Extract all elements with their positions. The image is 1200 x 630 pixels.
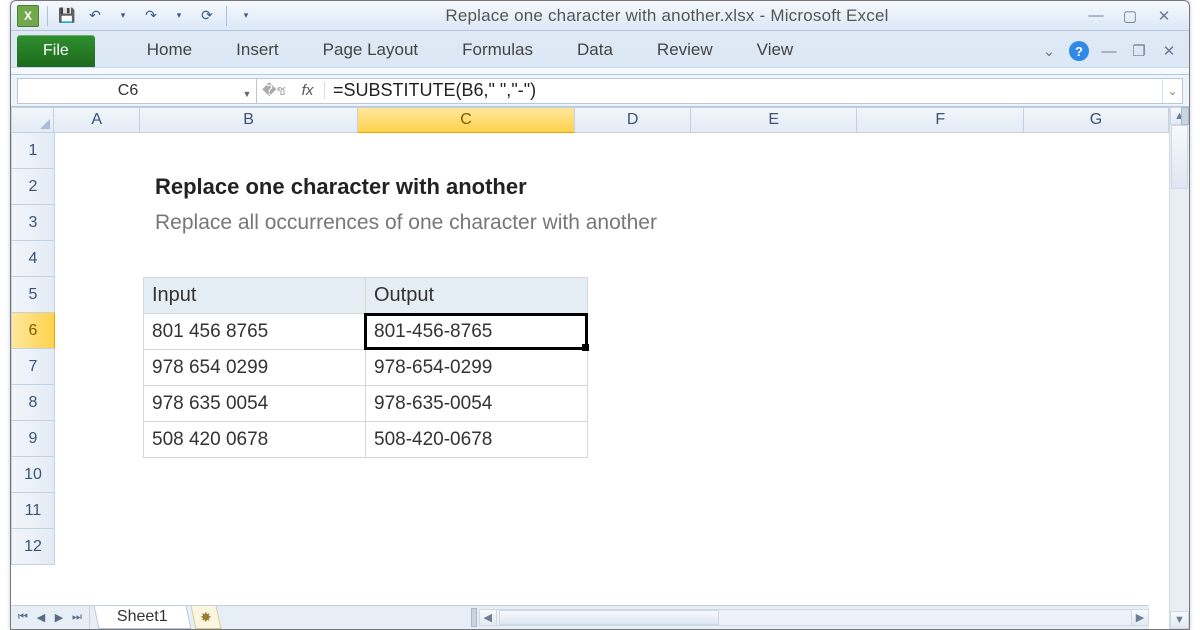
row-header-7[interactable]: 7 xyxy=(11,349,55,385)
help-icon[interactable]: ? xyxy=(1069,41,1089,61)
ribbon-tabs: File Home Insert Page Layout Formulas Da… xyxy=(11,31,1189,67)
name-box[interactable]: C6 ▼ xyxy=(17,78,257,104)
workbook-minimize-icon[interactable]: ― xyxy=(1099,41,1119,61)
tab-view[interactable]: View xyxy=(735,33,816,67)
grid[interactable]: ABCDEFG 123456789101112 Replace one char… xyxy=(11,107,1169,629)
tab-last-icon[interactable]: ⏭ xyxy=(69,610,85,626)
vscroll-thumb[interactable] xyxy=(1171,125,1188,189)
row-header-9[interactable]: 9 xyxy=(11,421,55,457)
row-header-1[interactable]: 1 xyxy=(11,133,55,169)
tab-insert[interactable]: Insert xyxy=(214,33,301,67)
formula-bar[interactable]: �ช fx =SUBSTITUTE(B6," ","-") ⌄ xyxy=(257,78,1183,104)
row-header-8[interactable]: 8 xyxy=(11,385,55,421)
qat-separator xyxy=(47,6,48,26)
minimize-icon[interactable]: ― xyxy=(1085,7,1107,25)
horizontal-scrollbar[interactable]: ◀ ▶ xyxy=(219,606,1149,629)
column-header-F[interactable]: F xyxy=(857,107,1024,133)
hscroll-right-icon[interactable]: ▶ xyxy=(1131,609,1149,626)
table-row: 508 420 0678508-420-0678 xyxy=(144,422,588,458)
column-header-E[interactable]: E xyxy=(691,107,858,133)
new-sheet-icon[interactable]: ✸ xyxy=(190,606,221,629)
tab-home[interactable]: Home xyxy=(125,33,214,67)
tab-review[interactable]: Review xyxy=(635,33,735,67)
window-title: Replace one character with another.xlsx … xyxy=(263,6,1071,26)
maximize-icon[interactable]: ▢ xyxy=(1119,7,1141,25)
heading-cell: Replace one character with another xyxy=(149,169,749,205)
row-header-12[interactable]: 12 xyxy=(11,529,55,565)
row-headers: 123456789101112 xyxy=(11,133,55,565)
sheet-area: ABCDEFG 123456789101112 Replace one char… xyxy=(11,107,1189,629)
tab-next-icon[interactable]: ▶ xyxy=(51,610,67,626)
cells-layer[interactable]: Replace one character with another Repla… xyxy=(55,133,1169,629)
row-header-3[interactable]: 3 xyxy=(11,205,55,241)
file-tab[interactable]: File xyxy=(17,35,95,67)
table-row: 801 456 8765801-456-8765 xyxy=(144,314,588,350)
subheading-cell: Replace all occurrences of one character… xyxy=(149,205,849,241)
row-header-4[interactable]: 4 xyxy=(11,241,55,277)
formula-expand-icon[interactable]: ⌄ xyxy=(1162,79,1182,103)
tab-data[interactable]: Data xyxy=(555,33,635,67)
table-row: 978 654 0299978-654-0299 xyxy=(144,350,588,386)
sheet-tab-nav: ⏮ ◀ ▶ ⏭ xyxy=(11,606,90,629)
fx-icon[interactable]: fx xyxy=(291,82,325,99)
vsplit-handle[interactable] xyxy=(1181,107,1189,125)
vscroll-down-icon[interactable]: ▼ xyxy=(1170,611,1189,629)
workbook-restore-icon[interactable]: ❐ xyxy=(1129,41,1149,61)
qat-separator-2 xyxy=(226,6,227,26)
column-headers: ABCDEFG xyxy=(11,107,1169,133)
formula-bar-row: C6 ▼ �ช fx =SUBSTITUTE(B6," ","-") ⌄ xyxy=(11,75,1189,107)
tab-split-handle[interactable] xyxy=(471,608,477,627)
quick-access-toolbar: X 💾 ↶ ▾ ↷ ▾ ⟳ ▾ xyxy=(11,5,263,27)
workbook-close-icon[interactable]: ✕ xyxy=(1159,41,1179,61)
title-bar: X 💾 ↶ ▾ ↷ ▾ ⟳ ▾ Replace one character wi… xyxy=(11,1,1189,31)
table-header-output[interactable]: Output xyxy=(366,278,588,314)
column-header-G[interactable]: G xyxy=(1024,107,1169,133)
redo-dropdown-icon[interactable]: ▾ xyxy=(168,5,190,27)
bottom-bar: ⏮ ◀ ▶ ⏭ Sheet1 ✸ ◀ ▶ xyxy=(11,605,1149,629)
ribbon-collapsed-bar xyxy=(11,67,1189,75)
save-icon[interactable]: 💾 xyxy=(56,5,78,27)
undo-dropdown-icon[interactable]: ▾ xyxy=(112,5,134,27)
close-icon[interactable]: ✕ xyxy=(1153,7,1175,25)
select-all-corner[interactable] xyxy=(11,107,54,133)
tab-first-icon[interactable]: ⏮ xyxy=(15,610,31,626)
tab-formulas[interactable]: Formulas xyxy=(440,33,555,67)
name-box-value: C6 xyxy=(18,82,238,100)
column-header-D[interactable]: D xyxy=(575,107,691,133)
hscroll-thumb[interactable] xyxy=(499,610,719,625)
ribbon-minimize-chevron-icon[interactable]: ⌄ xyxy=(1039,41,1059,61)
row-header-2[interactable]: 2 xyxy=(11,169,55,205)
sheet-tab-active[interactable]: Sheet1 xyxy=(94,606,192,629)
repeat-icon[interactable]: ⟳ xyxy=(196,5,218,27)
column-header-B[interactable]: B xyxy=(140,107,357,133)
tab-prev-icon[interactable]: ◀ xyxy=(33,610,49,626)
qat-customize-icon[interactable]: ▾ xyxy=(235,5,257,27)
column-header-A[interactable]: A xyxy=(54,107,140,133)
window-controls: ― ▢ ✕ xyxy=(1071,7,1189,25)
sheet-grid-container: ABCDEFG 123456789101112 Replace one char… xyxy=(11,107,1169,629)
undo-icon[interactable]: ↶ xyxy=(84,5,106,27)
row-header-6[interactable]: 6 xyxy=(11,313,55,349)
row-header-5[interactable]: 5 xyxy=(11,277,55,313)
formula-input[interactable]: =SUBSTITUTE(B6," ","-") xyxy=(325,80,1162,101)
column-header-C[interactable]: C xyxy=(358,107,575,133)
table-header-input[interactable]: Input xyxy=(144,278,366,314)
vertical-scrollbar[interactable]: ▲ ▼ xyxy=(1169,107,1189,629)
name-box-dropdown-icon[interactable]: ▼ xyxy=(238,79,256,103)
tab-page-layout[interactable]: Page Layout xyxy=(301,33,440,67)
redo-icon[interactable]: ↷ xyxy=(140,5,162,27)
row-header-11[interactable]: 11 xyxy=(11,493,55,529)
app-window: X 💾 ↶ ▾ ↷ ▾ ⟳ ▾ Replace one character wi… xyxy=(10,0,1190,630)
excel-app-icon[interactable]: X xyxy=(17,5,39,27)
ribbon-right-controls: ⌄ ? ― ❐ ✕ xyxy=(1039,41,1179,61)
data-table: Input Output 801 456 8765801-456-8765 97… xyxy=(143,277,588,458)
hscroll-left-icon[interactable]: ◀ xyxy=(479,609,497,626)
table-row: 978 635 0054978-635-0054 xyxy=(144,386,588,422)
row-header-10[interactable]: 10 xyxy=(11,457,55,493)
formula-cancel-icon: �ช xyxy=(257,80,291,102)
